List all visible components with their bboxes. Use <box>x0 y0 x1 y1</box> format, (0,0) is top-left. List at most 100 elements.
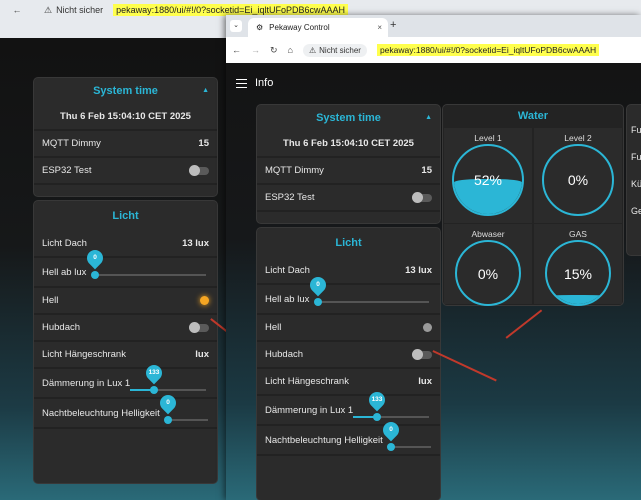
mqtt-row: MQTT Dimmy 15 <box>34 131 217 158</box>
system-time-title[interactable]: System time ▲ <box>257 105 440 131</box>
tab-strip: ⌄ ⚙ Pekaway Control × + <box>226 15 641 37</box>
licht-dach-label: Licht Dach <box>42 238 87 249</box>
card-title-text: Licht <box>335 237 362 249</box>
hubdach-row: Hubdach <box>257 342 440 369</box>
gauge-label: Level 1 <box>474 133 502 143</box>
daemmerung-value: 133 <box>371 396 383 403</box>
licht-title[interactable]: Licht <box>257 228 440 258</box>
hell-ab-value: 0 <box>93 254 97 261</box>
dashboard-area: Info System time ▲ Thu 6 Feb 15:04:10 CE… <box>226 63 641 500</box>
system-time-card: System time ▲ Thu 6 Feb 15:04:10 CET 202… <box>34 78 217 196</box>
esp-toggle[interactable] <box>412 191 432 203</box>
licht-title[interactable]: Licht <box>34 201 217 231</box>
forward-arrow-icon[interactable]: → <box>251 45 260 55</box>
gauge-ring: 52% <box>452 144 524 216</box>
daemmerung-knob[interactable] <box>150 386 158 394</box>
gauge-value: 0% <box>477 266 499 282</box>
daemmerung-knob[interactable] <box>373 413 381 421</box>
gauge-value: 15% <box>563 266 593 282</box>
warning-icon: ⚠ <box>308 45 317 55</box>
hell-ab-knob[interactable] <box>314 298 322 306</box>
gauge-ring: 15% <box>545 240 611 306</box>
mqtt-row: MQTT Dimmy 15 <box>257 158 440 185</box>
daemmerung-row: Dämmerung in Lux 1 133 <box>34 361 217 399</box>
gauge-abwaser: Abwaser 0% <box>444 224 532 306</box>
nacht-slider[interactable] <box>391 446 431 448</box>
mqtt-value: 15 <box>198 138 209 149</box>
browser-toolbar: ← → ↻ ⌂ ⚠ Nicht sicher pekaway:1880/ui/#… <box>226 37 641 63</box>
haeng-row: Licht Hängeschrank lux <box>34 342 217 369</box>
gauge-level-1: Level 1 52% <box>444 128 532 223</box>
system-time-card: System time ▲ Thu 6 Feb 15:04:10 CET 202… <box>257 105 440 223</box>
caret-up-icon[interactable]: ▲ <box>425 105 432 131</box>
water-title[interactable]: Water <box>443 105 623 127</box>
daemmerung-value: 133 <box>148 369 160 376</box>
annotation-arrow <box>505 309 542 339</box>
nacht-knob[interactable] <box>164 416 172 424</box>
card-title-text: Water <box>517 110 549 122</box>
gauge-value: 0% <box>567 172 589 188</box>
gauge-ring: 0% <box>455 240 521 306</box>
daemmerung-value-pin: 133 <box>365 388 389 412</box>
reload-icon[interactable]: ↻ <box>270 45 278 56</box>
gauge-fill <box>547 294 609 304</box>
tab-close-icon[interactable]: × <box>377 23 382 32</box>
partial-label: Ge <box>631 206 641 216</box>
daemmerung-label: Dämmerung in Lux 1 <box>265 405 354 416</box>
menu-icon[interactable] <box>236 78 247 88</box>
tab-title: Pekaway Control <box>269 23 330 32</box>
daemmerung-label: Dämmerung in Lux 1 <box>42 378 131 389</box>
home-icon[interactable]: ⌂ <box>288 45 293 55</box>
nacht-value-pin: 0 <box>156 391 180 415</box>
daemmerung-slider[interactable] <box>353 416 429 418</box>
nacht-slider[interactable] <box>168 419 208 421</box>
hubdach-toggle[interactable] <box>189 321 209 333</box>
licht-dach-row: Licht Dach 13 lux <box>34 231 217 258</box>
nacht-value: 0 <box>166 399 170 406</box>
datetime-row: Thu 6 Feb 15:04:10 CET 2025 <box>34 104 217 131</box>
hell-ab-knob[interactable] <box>91 271 99 279</box>
licht-dach-value: 13 lux <box>405 265 432 276</box>
nacht-row: Nachtbeleuchtung Helligkeit 0 <box>34 391 217 429</box>
daemmerung-slider[interactable] <box>130 389 206 391</box>
nacht-value: 0 <box>389 426 393 433</box>
gauge-label: Level 2 <box>564 133 592 143</box>
hell-ab-slider[interactable] <box>94 274 206 276</box>
favicon-icon: ⚙ <box>256 23 264 32</box>
esp-toggle[interactable] <box>189 164 209 176</box>
security-label: Nicht sicher <box>319 45 361 55</box>
system-time-title[interactable]: System time ▲ <box>34 78 217 104</box>
hell-ab-slider[interactable] <box>317 301 429 303</box>
warning-icon: ⚠ <box>44 4 53 15</box>
daemmerung-row: Dämmerung in Lux 1 133 <box>257 388 440 426</box>
url-text[interactable]: pekaway:1880/ui/#!/0?socketid=Ei_iqltUFo… <box>376 44 600 56</box>
new-tab-icon[interactable]: + <box>390 19 396 31</box>
licht-card: Licht Licht Dach 13 lux Hell ab lux 0 He… <box>34 201 217 483</box>
tab-pekaway-control[interactable]: ⚙ Pekaway Control × <box>248 18 388 37</box>
haeng-label: Licht Hängeschrank <box>42 349 126 360</box>
licht-dach-label: Licht Dach <box>265 265 310 276</box>
security-indicator[interactable]: ⚠ Nicht sicher <box>302 43 367 57</box>
back-arrow-icon[interactable]: ← <box>232 45 241 55</box>
esp-label: ESP32 Test <box>265 192 315 203</box>
back-arrow-icon[interactable]: ← <box>8 3 26 17</box>
tab-search-icon[interactable]: ⌄ <box>230 20 242 32</box>
security-indicator[interactable]: ⚠ Nicht sicher <box>44 5 103 16</box>
water-card: Water Level 1 52% Level 2 0% Abwaser 0% … <box>443 105 623 306</box>
hell-label: Hell <box>42 295 59 306</box>
caret-up-icon[interactable]: ▲ <box>202 78 209 104</box>
mqtt-value: 15 <box>421 165 432 176</box>
esp-label: ESP32 Test <box>42 165 92 176</box>
hubdach-toggle[interactable] <box>412 348 432 360</box>
nacht-knob[interactable] <box>387 443 395 451</box>
hell-ab-label: Hell ab lux <box>42 267 87 278</box>
hell-ab-row: Hell ab lux 0 <box>34 246 217 288</box>
gauge-ring: 0% <box>542 144 614 216</box>
app-bar: Info <box>226 63 641 103</box>
partial-label: Fu <box>631 152 641 162</box>
hell-ab-row: Hell ab lux 0 <box>257 273 440 315</box>
front-browser-window: ⌄ ⚙ Pekaway Control × + ← → ↻ ⌂ ⚠ Nicht … <box>226 15 641 500</box>
nacht-label: Nachtbeleuchtung Helligkeit <box>265 435 383 446</box>
hubdach-label: Hubdach <box>42 322 81 333</box>
hell-led-indicator <box>423 323 432 332</box>
